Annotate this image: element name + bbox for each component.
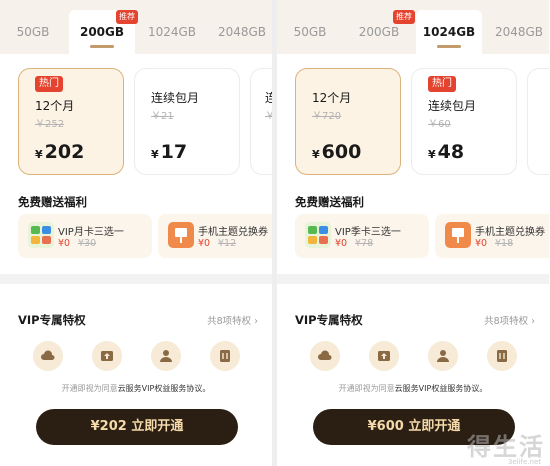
agreement-prefix: 开通即视为同意 [338,384,395,393]
gift-original-price: ¥78 [355,238,374,249]
agreement-text: 开通即视为同意云服务VIP权益服务协议。 [277,383,549,394]
currency-symbol: ¥ [312,148,320,161]
agreement-prefix: 开通即视为同意 [61,384,118,393]
gift-name: 手机主题兑换券 [198,227,268,238]
vip-section-title: VIP专属特权 [295,313,363,327]
plan-price: ¥48 [428,141,464,163]
plan-card-monthly[interactable]: 连续包月 ￥21 ¥17 [134,68,240,175]
tab-50gb[interactable]: 50GB [277,10,343,54]
transfer-icon [210,341,240,371]
upload-icon [369,341,399,371]
subscribe-button[interactable]: ¥202 立即开通 [36,409,238,445]
recommend-badge: 推荐 [393,10,415,24]
price-value: 202 [44,141,85,163]
gift-original-price: ¥18 [495,238,514,249]
vip-more-label: 共8项特权 [484,316,529,327]
theme-voucher-icon [168,222,194,248]
plan-price: ¥202 [35,141,84,163]
tab-2048gb[interactable]: 2048GB [209,10,272,54]
plan-name: 连 [265,91,272,105]
original-price: ￥ [265,111,272,122]
watermark-url: 3elife.net [507,458,541,466]
plan-card-partial[interactable] [527,68,549,175]
plan-card-monthly[interactable]: 热门 连续包月 ￥60 ¥48 [411,68,517,175]
chevron-right-icon: › [531,316,535,327]
storage-tabs: 50GB 200GB 推荐 1024GB 2048GB [0,0,272,54]
gift-name: VIP季卡三选一 [335,227,401,238]
gift-price: ¥0 [58,238,71,249]
currency-symbol: ¥ [428,148,436,161]
gift-theme-voucher[interactable]: 手机主题兑换券 ¥0 ¥12 [158,214,272,258]
theme-voucher-icon [445,222,471,248]
hot-badge: 热门 [428,76,456,92]
gift-vip-card[interactable]: VIP季卡三选一 ¥0 ¥78 [295,214,429,258]
price-value: 600 [321,141,362,163]
plan-price: ¥600 [312,141,361,163]
transfer-icon [487,341,517,371]
gift-original-price: ¥30 [78,238,97,249]
plan-name: 12个月 [35,99,75,113]
family-share-icon [151,341,181,371]
plan-name: 12个月 [312,91,352,105]
gift-price: ¥0 [198,238,211,249]
gift-price: ¥0 [335,238,348,249]
vip-more-link[interactable]: 共8项特权 › [484,313,535,327]
agreement-link[interactable]: 云服务VIP权益服务协议。 [395,384,488,393]
gift-name: VIP月卡三选一 [58,227,124,238]
agreement-text: 开通即视为同意云服务VIP权益服务协议。 [0,383,272,394]
gift-section-title: 免费赠送福利 [295,195,364,209]
vip-more-label: 共8项特权 [207,316,252,327]
gift-original-price: ¥12 [218,238,237,249]
original-price: ￥720 [312,111,342,122]
plan-card-12-months[interactable]: 12个月 ￥720 ¥600 [295,68,401,175]
section-divider [277,274,549,284]
plan-cards: 热门 12个月 ￥252 ¥202 连续包月 ￥21 ¥17 连 ￥ [0,68,272,178]
vip-card-icon [28,222,54,248]
original-price: ￥60 [428,119,451,130]
vip-card-icon [305,222,331,248]
gift-vip-card[interactable]: VIP月卡三选一 ¥0 ¥30 [18,214,152,258]
currency-symbol: ¥ [151,148,159,161]
price-value: 17 [160,141,188,163]
recommend-badge: 推荐 [116,10,138,24]
plan-price: ¥17 [151,141,187,163]
gift-price: ¥0 [475,238,488,249]
gift-name: 手机主题兑换券 [475,227,545,238]
chevron-right-icon: › [254,316,258,327]
currency-symbol: ¥ [35,148,43,161]
plan-name: 连续包月 [151,91,200,105]
plan-name: 连续包月 [428,99,477,113]
section-divider [0,274,272,284]
storage-tabs: 50GB 200GB 推荐 1024GB 2048GB [277,0,549,54]
tab-1024gb[interactable]: 1024GB [416,10,482,54]
plan-card-12-months[interactable]: 热门 12个月 ￥252 ¥202 [18,68,124,175]
cloud-icon [310,341,340,371]
upload-icon [92,341,122,371]
tab-50gb[interactable]: 50GB [0,10,66,54]
family-share-icon [428,341,458,371]
gift-theme-voucher[interactable]: 手机主题兑换券 ¥0 ¥18 [435,214,549,258]
tab-1024gb[interactable]: 1024GB [139,10,205,54]
cloud-icon [33,341,63,371]
right-panel: 50GB 200GB 推荐 1024GB 2048GB 12个月 ￥720 ¥6… [277,0,549,466]
hot-badge: 热门 [35,76,63,92]
agreement-link[interactable]: 云服务VIP权益服务协议。 [118,384,211,393]
gift-section-title: 免费赠送福利 [18,195,87,209]
price-value: 48 [437,141,465,163]
original-price: ￥21 [151,111,174,122]
watermark: 得生活 [467,433,545,461]
original-price: ￥252 [35,119,65,130]
plan-card-partial[interactable]: 连 ￥ [250,68,272,175]
plan-cards: 12个月 ￥720 ¥600 热门 连续包月 ￥60 ¥48 [277,68,549,178]
vip-section-title: VIP专属特权 [18,313,86,327]
vip-more-link[interactable]: 共8项特权 › [207,313,258,327]
tab-2048gb[interactable]: 2048GB [486,10,549,54]
left-panel: 50GB 200GB 推荐 1024GB 2048GB 热门 12个月 ￥252… [0,0,272,466]
